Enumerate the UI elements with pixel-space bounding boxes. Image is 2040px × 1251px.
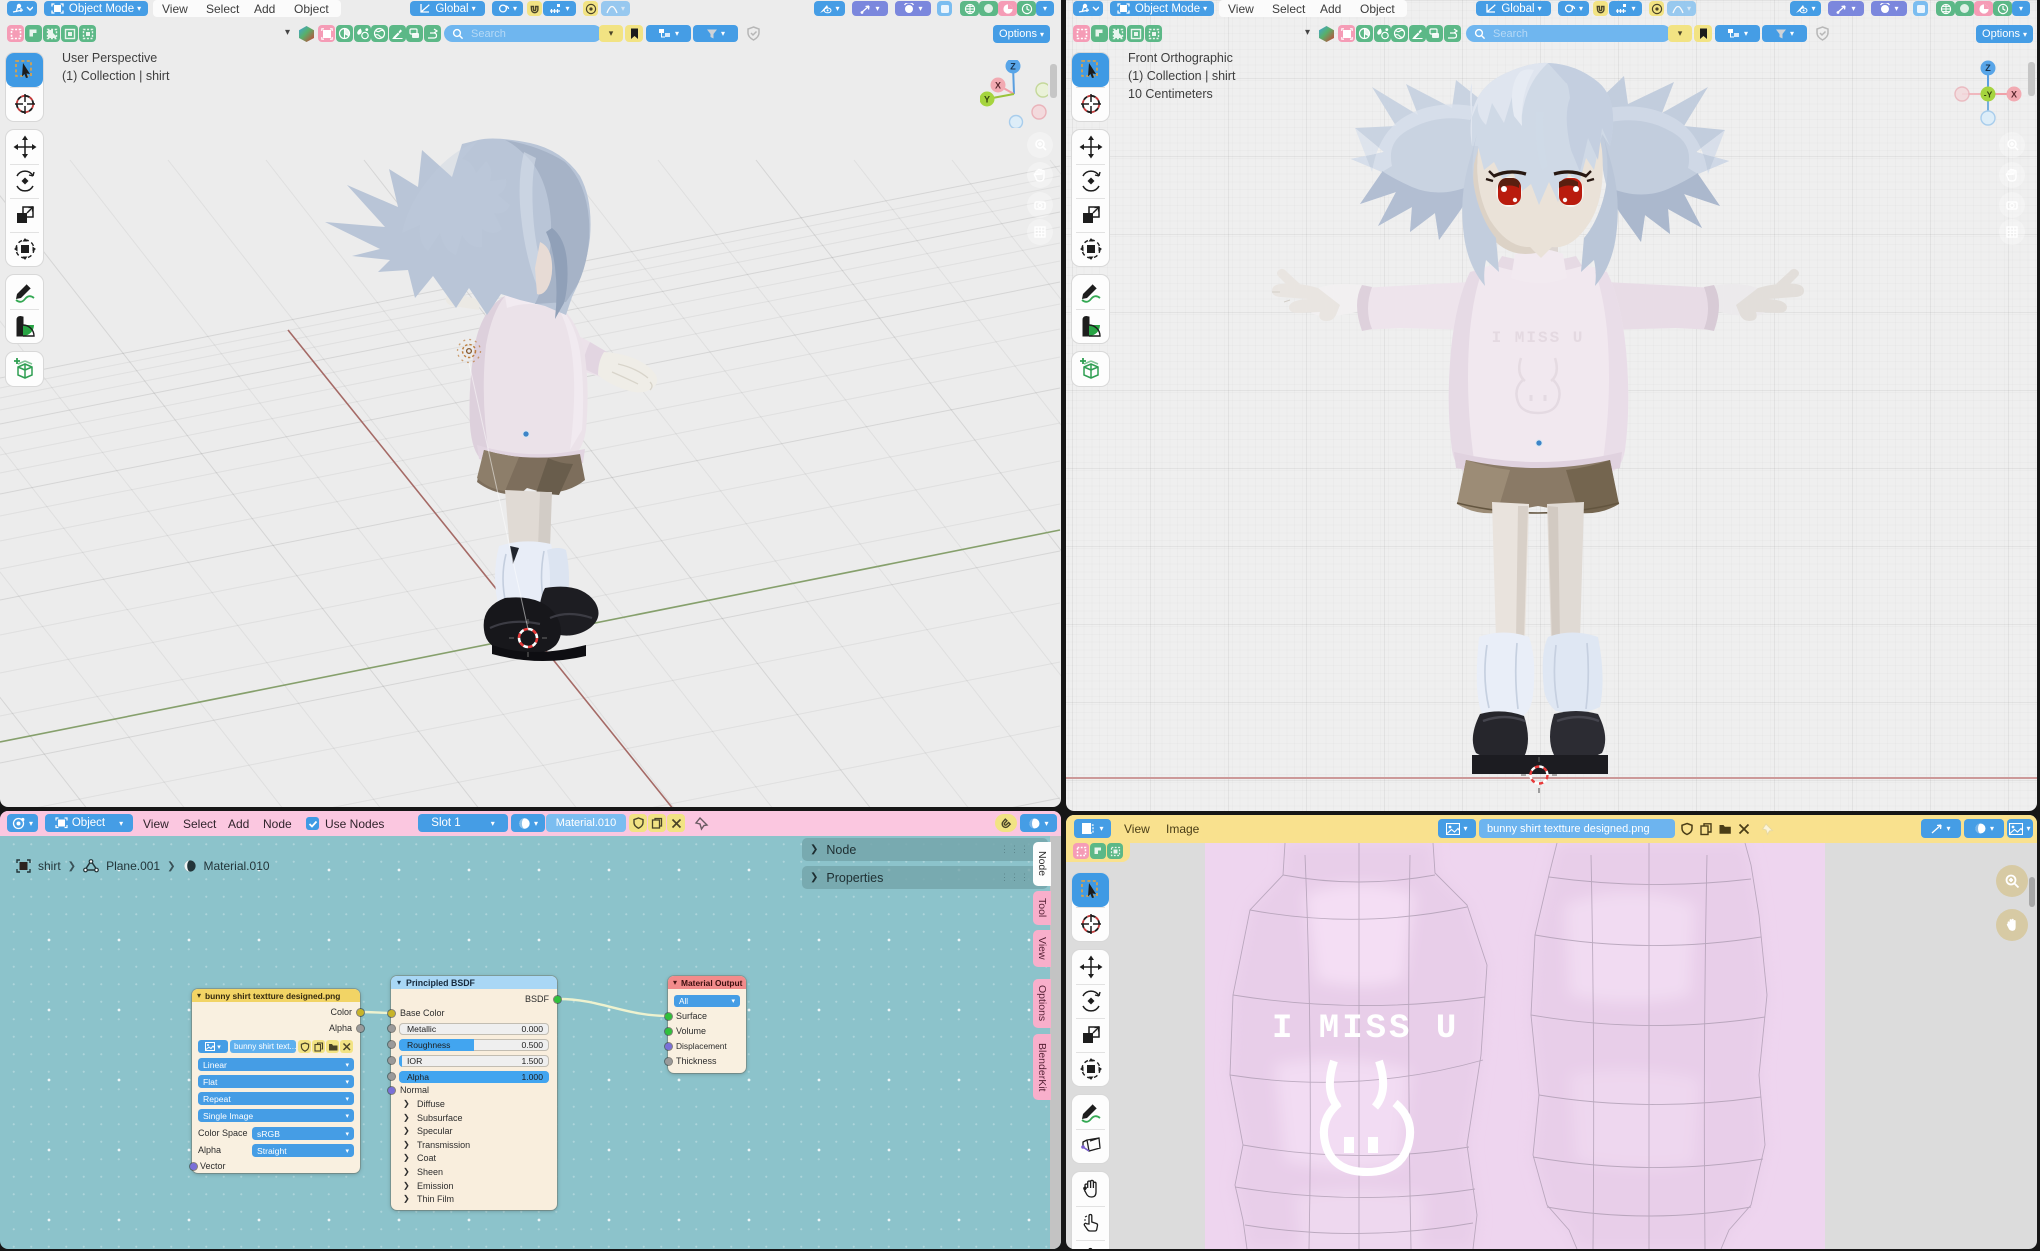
svg-text:-Y: -Y [1984,90,1993,100]
svg-text:Z: Z [1010,62,1016,72]
svg-text:I MISS U: I MISS U [1272,1010,1459,1048]
svg-text:I MISS U: I MISS U [1492,329,1585,347]
svg-text:Y: Y [984,95,990,105]
svg-text:X: X [2011,90,2017,100]
svg-text:X: X [995,81,1001,91]
svg-text:Z: Z [1985,63,1991,73]
